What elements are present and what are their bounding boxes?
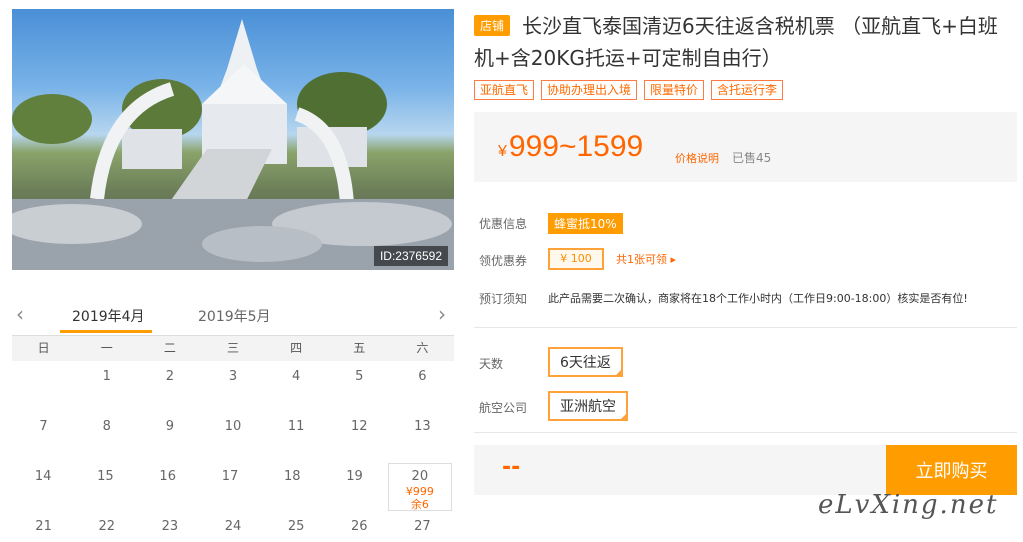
calendar-day: 19 (346, 469, 363, 484)
calendar-day: 26 (351, 519, 368, 534)
chevron-left-icon[interactable]: ‹ (16, 302, 24, 326)
divider (474, 432, 1017, 433)
calendar-day: 17 (221, 469, 239, 484)
coupon-label: 领优惠券 (479, 254, 528, 268)
store-badge[interactable]: 店铺 (474, 15, 511, 36)
calendar-day: 25 (287, 519, 305, 534)
notice-text: 此产品需要二次确认，商家将在18个工作小时内（工作日9:00-18:00）核实是… (548, 292, 968, 305)
discount-badge: 蜂蜜抵10% (548, 213, 623, 234)
calendar-week: 7 8 9 10 11 12 13 (12, 411, 454, 461)
calendar-day-stock: 余6 (410, 498, 429, 511)
temple-illustration (12, 19, 454, 270)
product-photo: ID:2376592 (12, 9, 454, 270)
weekday: 六 (416, 341, 429, 355)
airline-label: 航空公司 (479, 401, 528, 415)
month-tab-april[interactable]: 2019年4月 (72, 306, 145, 326)
calendar-grid: 日 一 二 三 四 五 六 1 2 3 4 5 6 7 8 9 10 11 12… (12, 336, 454, 542)
days-option[interactable]: 6天往返 (548, 347, 623, 377)
calendar-day: 18 (283, 469, 301, 484)
chevron-right-icon[interactable]: › (438, 302, 446, 326)
calendar-day: 13 (414, 419, 431, 434)
calendar-day (12, 361, 75, 411)
calendar-day: 12 (351, 419, 368, 434)
weekday: 一 (100, 341, 113, 355)
product-tag: 限量特价 (644, 80, 705, 100)
calendar-day: 14 (34, 469, 52, 484)
weekday: 四 (290, 341, 303, 355)
currency-symbol: ¥ (498, 143, 507, 160)
watermark: eLvXing.net (818, 490, 999, 520)
calendar-day: 1 (102, 369, 111, 384)
product-tag: 含托运行李 (711, 80, 784, 100)
calendar-week: 14 15 16 17 18 19 20 ¥999 余6 (12, 461, 454, 511)
calendar-day: 16 (159, 469, 176, 484)
calendar-day: 11 (287, 419, 305, 434)
calendar-day: 6 (418, 369, 427, 384)
calendar-day-available[interactable]: 20 ¥999 余6 (387, 463, 452, 511)
weekday: 三 (226, 341, 239, 355)
sold-count: 已售45 (732, 151, 772, 165)
calendar-day: 4 (291, 369, 301, 384)
weekday-row: 日 一 二 三 四 五 六 (12, 336, 454, 361)
calendar-day-price: ¥999 (405, 485, 434, 498)
total-price: -- (502, 455, 521, 480)
price-box: ¥999~1599 价格说明 已售45 (474, 112, 1017, 182)
product-tags: 亚航直飞 协助办理出入境 限量特价 含托运行李 (474, 80, 784, 100)
price-value: 999~1599 (508, 130, 644, 163)
buy-bar: -- 立即购买 (474, 445, 1017, 495)
calendar-day: 5 (355, 369, 364, 384)
calendar-day: 8 (102, 419, 111, 434)
discount-label: 优惠信息 (479, 217, 528, 231)
calendar-week: 21 22 23 24 25 26 27 (12, 511, 454, 542)
calendar-day: 9 (165, 419, 174, 434)
coupon-count-link[interactable]: 共1张可领 ▸ (616, 251, 676, 267)
calendar-day: 15 (97, 469, 114, 484)
calendar-day: 21 (35, 519, 52, 534)
coupon-voucher[interactable]: ¥ 100 (548, 248, 604, 270)
calendar-day: 7 (39, 419, 48, 434)
calendar-day: 10 (224, 419, 242, 434)
weekday: 二 (163, 341, 176, 355)
product-tag: 亚航直飞 (474, 80, 535, 100)
calendar-day-number: 20 (411, 469, 429, 484)
calendar-day: 23 (161, 519, 179, 534)
calendar-header: ‹ 2019年4月 2019年5月 › (12, 296, 454, 336)
price-range: ¥999~1599 (498, 130, 643, 164)
airline-option[interactable]: 亚洲航空 (548, 391, 628, 421)
price-note-link[interactable]: 价格说明 (675, 150, 719, 166)
photo-id-label: ID:2376592 (373, 246, 448, 266)
calendar-day: 24 (224, 519, 242, 534)
weekday: 日 (37, 341, 50, 355)
buy-now-button[interactable]: 立即购买 (886, 445, 1017, 495)
calendar-day: 2 (165, 369, 174, 384)
product-title: 长沙直飞泰国清迈6天往返含税机票 （亚航直飞+白班机+含20KG托运+可定制自由… (474, 14, 998, 70)
product-tag: 协助办理出入境 (541, 80, 638, 100)
divider (474, 327, 1017, 328)
calendar-day: 22 (98, 519, 115, 534)
weekday: 五 (353, 341, 366, 355)
calendar-day: 3 (228, 369, 238, 384)
calendar-day: 27 (414, 519, 431, 534)
active-month-indicator (60, 330, 152, 333)
calendar-week: 1 2 3 4 5 6 (12, 361, 454, 411)
notice-label: 预订须知 (479, 292, 528, 306)
days-label: 天数 (479, 357, 504, 371)
month-tab-may[interactable]: 2019年5月 (198, 306, 271, 326)
